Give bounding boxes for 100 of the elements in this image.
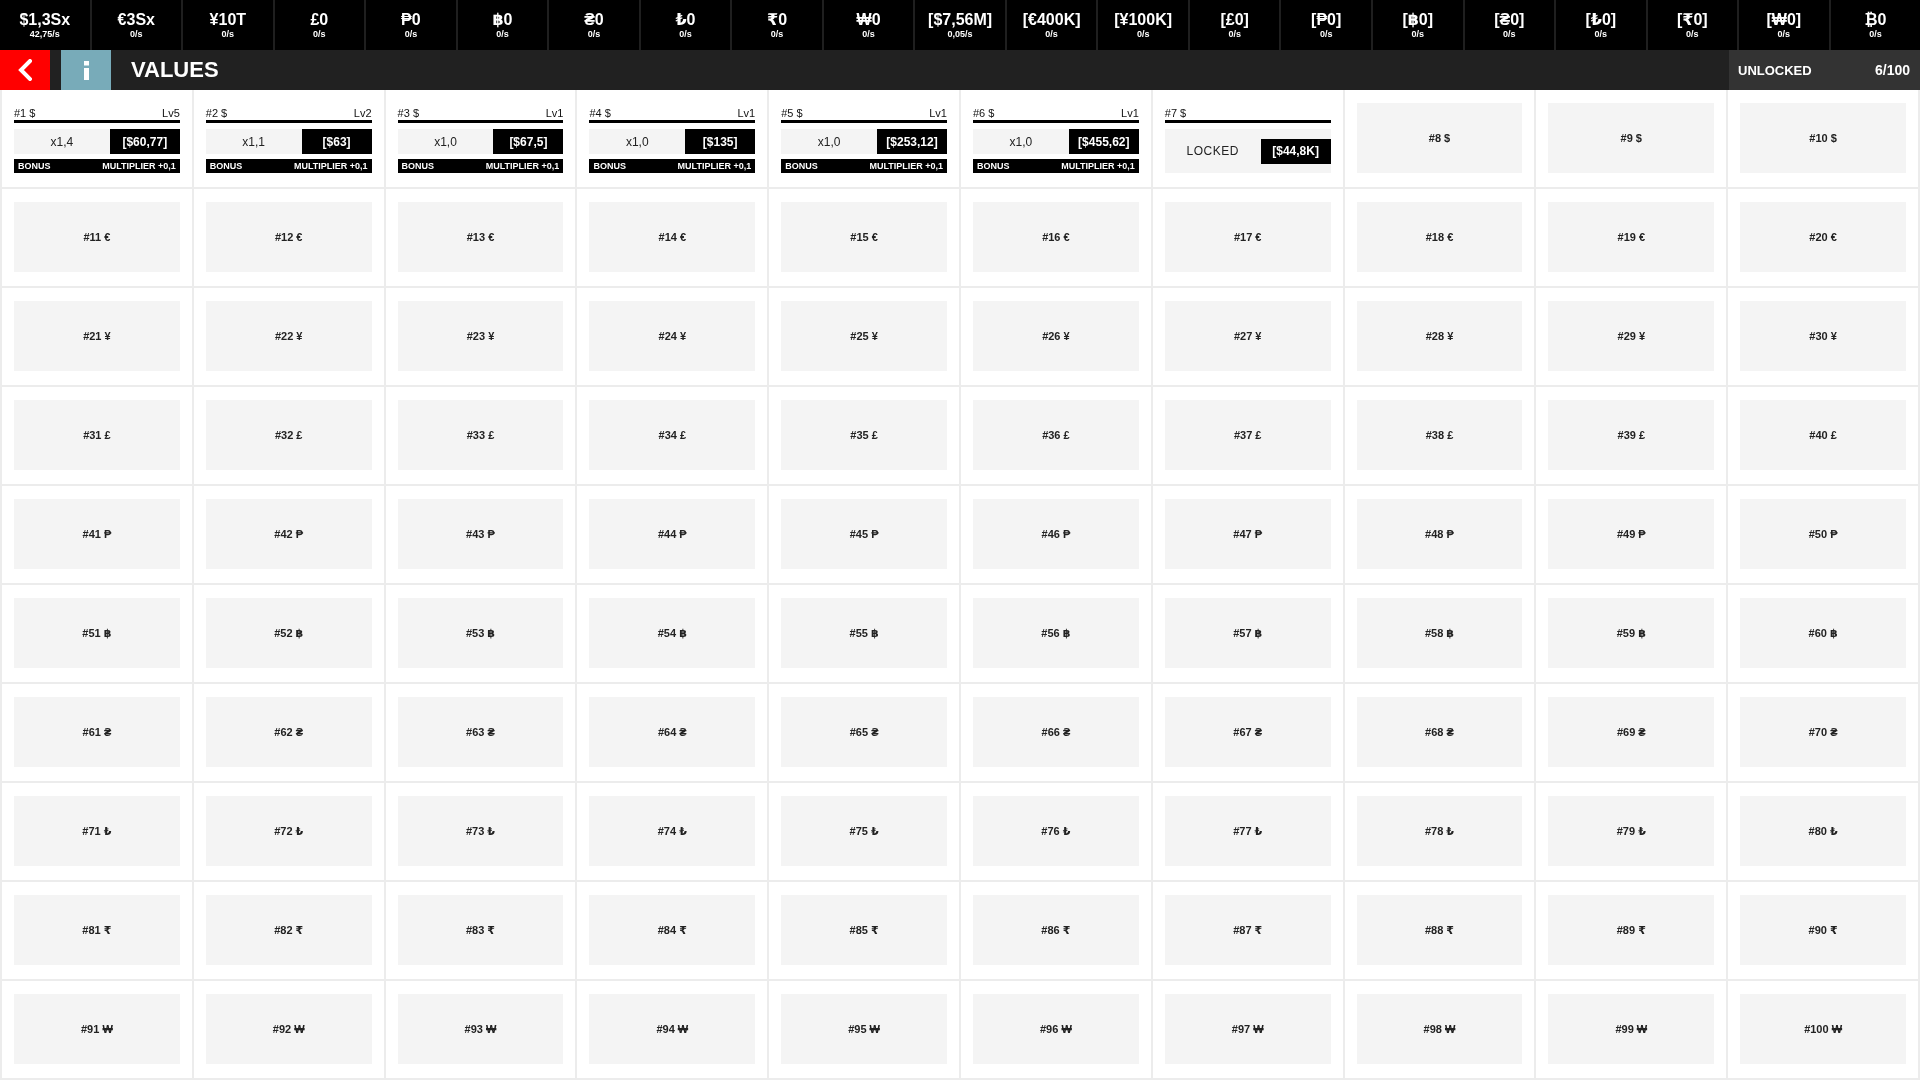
locked-value-tile: #54 ฿ — [589, 598, 756, 668]
unlock-price-button[interactable]: [$44,8K] — [1260, 138, 1331, 164]
value-title: #5 $ — [781, 106, 803, 120]
multiplier-label: x1,0 — [625, 134, 649, 149]
currency-amount: ₹0 — [767, 10, 788, 29]
locked-value-tile: #87 ₹ — [1164, 895, 1331, 965]
locked-value-tile: #62 ₴ — [205, 697, 372, 767]
level-label: Lv5 — [162, 106, 180, 120]
locked-value-tile: #43 ₱ — [397, 499, 564, 569]
locked-value-tile: #29 ¥ — [1548, 301, 1715, 371]
upgrade-price-button[interactable]: [$135] — [685, 129, 756, 154]
locked-value-tile: #65 ₴ — [781, 697, 947, 767]
income-rate: 0/s — [1411, 28, 1424, 40]
chevron-left-icon — [18, 59, 32, 81]
income-rate: 0/s — [862, 28, 875, 40]
locked-value-tile: #22 ¥ — [205, 301, 372, 371]
value-title: #6 $ — [973, 106, 995, 120]
locked-value-tile: #92 ₩ — [205, 994, 372, 1064]
locked-value-tile: #80 ₺ — [1740, 796, 1906, 866]
currency-amount: ₱0 — [401, 10, 421, 29]
locked-value-tile: #77 ₺ — [1164, 796, 1331, 866]
locked-value-tile: #16 € — [973, 202, 1139, 272]
locked-value-tile: #23 ¥ — [397, 301, 564, 371]
locked-value-tile: #10 $ — [1740, 103, 1906, 173]
value-title: #2 $ — [205, 106, 228, 120]
income-rate: 0/s — [313, 28, 326, 40]
currency-amount: [£0] — [1220, 10, 1249, 29]
currency-amount: [¥100K] — [1114, 10, 1173, 29]
locked-value-tile: #81 ₹ — [14, 895, 180, 965]
currency-amount: [₹0] — [1677, 10, 1708, 29]
upgrade-price-button[interactable]: [$455,62] — [1068, 129, 1139, 154]
currency-amount: [€400K] — [1022, 10, 1081, 29]
locked-value-tile: #46 ₱ — [973, 499, 1139, 569]
value-title: #7 $ — [1164, 106, 1187, 120]
locked-value-tile: #67 ₴ — [1164, 697, 1331, 767]
multiplier-label: x1,0 — [434, 134, 457, 149]
upgrade-price-button[interactable]: [$253,12] — [877, 129, 947, 154]
bonus-effect: MULTIPLIER +0,1 — [485, 161, 560, 171]
locked-value-tile: #27 ¥ — [1164, 301, 1331, 371]
income-rate: 0/s — [1777, 28, 1791, 40]
locked-value-tile: #12 € — [205, 202, 372, 272]
income-rate: 0,05/s — [947, 28, 973, 40]
locked-value-tile: #28 ¥ — [1356, 301, 1523, 371]
locked-value-tile: #78 ₺ — [1356, 796, 1523, 866]
locked-value-tile: #64 ₴ — [589, 697, 756, 767]
locked-value-tile: #55 ฿ — [781, 598, 947, 668]
locked-value-tile: #14 € — [589, 202, 756, 272]
locked-value-tile: #41 ₱ — [14, 499, 180, 569]
value-title: #3 $ — [397, 106, 419, 120]
info-button[interactable] — [61, 50, 111, 90]
multiplier-label: x1,4 — [50, 134, 74, 149]
locked-value-tile: #56 ฿ — [973, 598, 1139, 668]
locked-value-tile: #59 ฿ — [1548, 598, 1715, 668]
locked-value-tile: #73 ₺ — [397, 796, 564, 866]
locked-value-tile: #90 ₹ — [1740, 895, 1906, 965]
locked-value-tile: #94 ₩ — [589, 994, 756, 1064]
locked-value-tile: #84 ₹ — [589, 895, 756, 965]
locked-value-tile: #68 ₴ — [1356, 697, 1523, 767]
income-rate: 0/s — [770, 28, 784, 40]
income-rate: 0/s — [404, 28, 418, 40]
upgrade-price-button[interactable]: [$63] — [301, 129, 372, 154]
bonus-label: BONUS — [18, 161, 51, 171]
income-rate: 0/s — [1228, 28, 1241, 40]
locked-value-tile: #21 ¥ — [14, 301, 180, 371]
page-title: VALUES — [131, 57, 219, 83]
locked-value-tile: #37 £ — [1164, 400, 1331, 470]
locked-value-tile: #13 € — [397, 202, 564, 272]
locked-value-tile: #38 £ — [1356, 400, 1523, 470]
bonus-effect: MULTIPLIER +0,1 — [677, 161, 752, 171]
locked-value-tile: #96 ₩ — [973, 994, 1139, 1064]
currency-amount: [₺0] — [1585, 10, 1617, 29]
bonus-effect: MULTIPLIER +0,1 — [1061, 161, 1135, 171]
bonus-effect: MULTIPLIER +0,1 — [294, 161, 368, 171]
income-rate: 0/s — [679, 28, 692, 40]
locked-value-tile: #79 ₺ — [1548, 796, 1715, 866]
locked-value-tile: #100 ₩ — [1740, 994, 1906, 1064]
locked-value-tile: #89 ₹ — [1548, 895, 1715, 965]
multiplier-label: x1,0 — [1009, 134, 1033, 149]
locked-value-tile: #36 £ — [973, 400, 1139, 470]
back-button[interactable] — [0, 50, 50, 90]
income-rate: 0/s — [1045, 28, 1058, 40]
income-rate: 0/s — [221, 28, 235, 40]
bonus-label: BONUS — [593, 161, 626, 171]
upgrade-price-button[interactable]: [$60,77] — [109, 129, 180, 154]
locked-value-tile: #9 $ — [1548, 103, 1715, 173]
locked-value-tile: #98 ₩ — [1356, 994, 1523, 1064]
currency-amount: ฿0 — [492, 10, 513, 29]
locked-value-tile: #49 ₱ — [1548, 499, 1715, 569]
level-label: Lv1 — [545, 106, 564, 120]
currency-amount: [₩0] — [1766, 10, 1802, 29]
locked-value-tile: #17 € — [1164, 202, 1331, 272]
locked-value-tile: #32 £ — [205, 400, 372, 470]
currency-amount: ¥10T — [209, 10, 247, 29]
locked-value-tile: #93 ₩ — [397, 994, 564, 1064]
income-rate: 0/s — [1594, 28, 1608, 40]
locked-value-tile: #82 ₹ — [205, 895, 372, 965]
locked-value-tile: #53 ฿ — [397, 598, 564, 668]
locked-value-tile: #15 € — [781, 202, 947, 272]
locked-value-tile: #69 ₴ — [1548, 697, 1715, 767]
upgrade-price-button[interactable]: [$67,5] — [493, 129, 564, 154]
